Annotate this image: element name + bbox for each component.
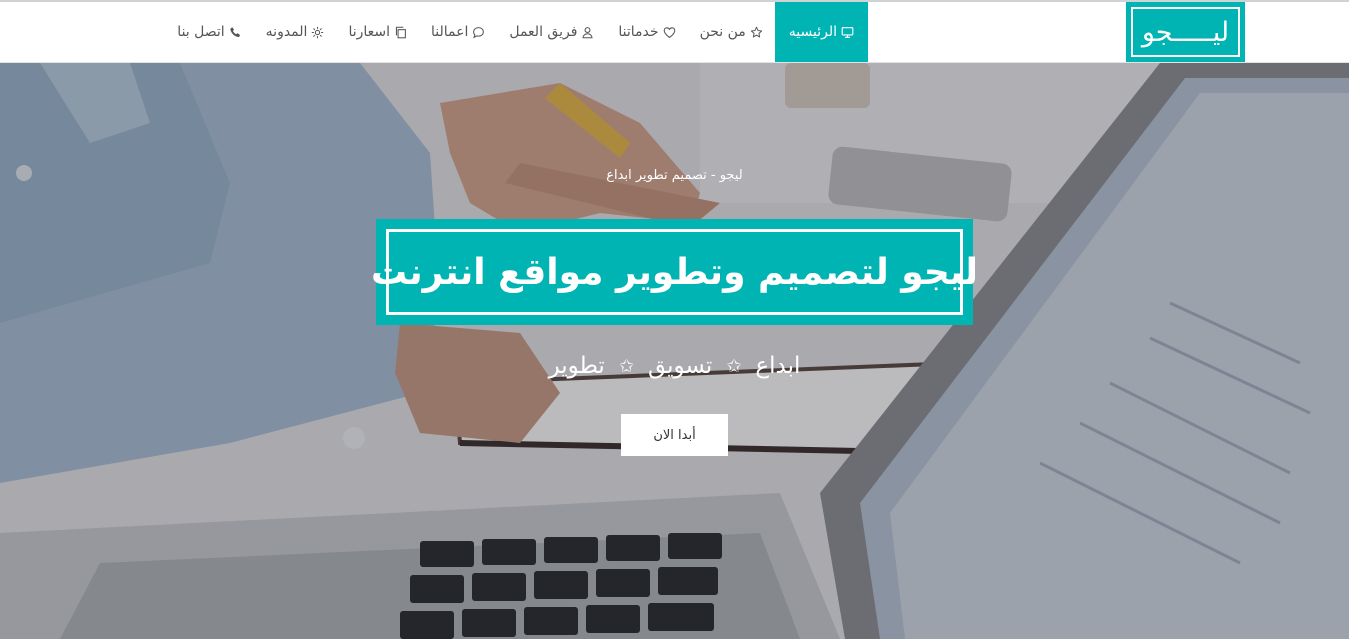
heart-icon	[663, 26, 676, 39]
top-navbar: ليـــــجو الرئيسيه من نحن خدماتنا فريق ا…	[0, 0, 1349, 63]
phone-icon	[229, 26, 242, 39]
nav-label: اعمالنا	[431, 24, 469, 40]
nav-label: الرئيسيه	[788, 24, 837, 40]
logo-text: ليـــــجو	[1131, 7, 1240, 57]
nav-item-home[interactable]: الرئيسيه	[774, 2, 868, 62]
star-icon: ✩	[726, 355, 742, 377]
hero-title: ليجو لتصميم وتطوير مواقع انترنت	[371, 229, 978, 315]
user-icon	[581, 26, 594, 39]
start-now-button[interactable]: أبدا الان	[621, 414, 728, 456]
nav-item-about[interactable]: من نحن	[688, 2, 775, 62]
hero-overlay	[0, 63, 1349, 639]
nav-label: من نحن	[699, 24, 746, 40]
chat-icon	[472, 26, 485, 39]
nav-item-services[interactable]: خدماتنا	[606, 2, 687, 62]
feature-item: تسويق	[647, 353, 713, 379]
hero-title-box: ليجو لتصميم وتطوير مواقع انترنت	[371, 219, 978, 325]
nav-item-blog[interactable]: المدونه	[254, 2, 337, 62]
hero-tagline: ليجو - تصميم تطوير ابداع	[606, 168, 743, 183]
star-icon	[750, 26, 763, 39]
nav-label: اتصل بنا	[177, 24, 225, 40]
nav-label: المدونه	[265, 24, 308, 40]
monitor-icon	[841, 26, 854, 39]
nav-item-team[interactable]: فريق العمل	[497, 2, 606, 62]
nav-item-portfolio[interactable]: اعمالنا	[419, 2, 497, 62]
hero-features: ابداع ✩ تسويق ✩ تطوير	[0, 353, 1349, 379]
gear-icon	[311, 26, 324, 39]
main-nav: الرئيسيه من نحن خدماتنا فريق العمل اعمال…	[165, 2, 868, 62]
nav-label: خدماتنا	[618, 24, 659, 40]
feature-item: ابداع	[755, 353, 801, 379]
nav-item-pricing[interactable]: اسعارنا	[336, 2, 419, 62]
copy-icon	[394, 26, 407, 39]
nav-item-contact[interactable]: اتصل بنا	[165, 2, 253, 62]
nav-label: فريق العمل	[509, 24, 578, 40]
nav-label: اسعارنا	[348, 24, 390, 40]
site-logo[interactable]: ليـــــجو	[1126, 2, 1245, 62]
feature-item: تطوير	[548, 353, 605, 379]
star-icon: ✩	[618, 355, 634, 377]
hero-section: ليجو - تصميم تطوير ابداع ليجو لتصميم وتط…	[0, 63, 1349, 639]
